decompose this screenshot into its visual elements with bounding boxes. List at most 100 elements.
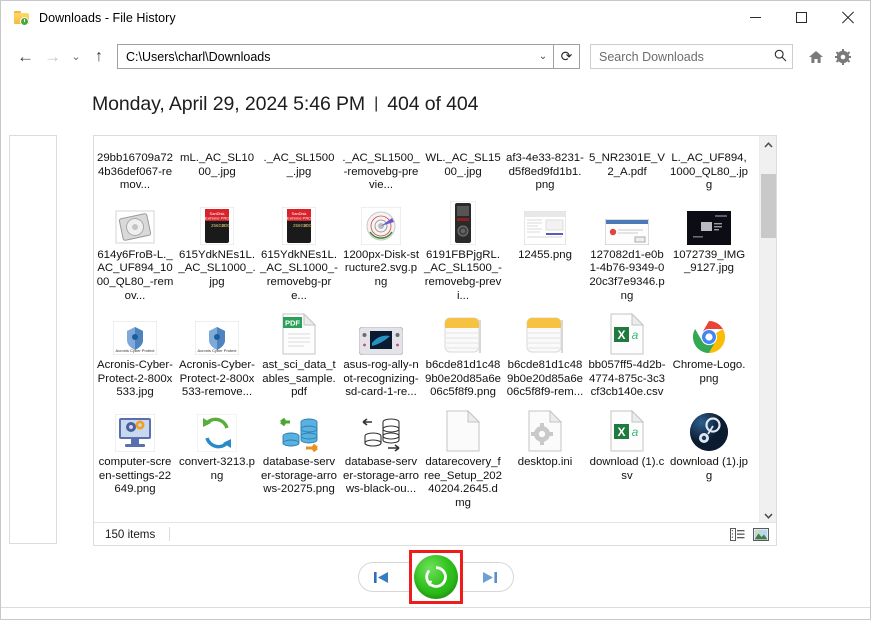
handheld-console-thumb: [358, 309, 404, 356]
dialog-screenshot-thumb: [604, 199, 650, 245]
chevron-down-icon[interactable]: ⌄: [533, 51, 553, 62]
close-icon: [841, 11, 854, 24]
search-input[interactable]: Search Downloads: [590, 44, 793, 69]
file-item[interactable]: mL._AC_SL1000_.jpg: [176, 136, 258, 195]
file-item[interactable]: database-server-storage-arrows-20275.png: [258, 402, 340, 512]
file-item[interactable]: ._AC_SL1500_-removebg-previe...: [340, 136, 422, 195]
file-item[interactable]: Chrome-Logo.png: [668, 305, 750, 402]
close-button[interactable]: [824, 1, 870, 34]
vertical-scrollbar[interactable]: [759, 136, 776, 524]
scroll-up-button[interactable]: [760, 136, 776, 153]
file-item[interactable]: database-server-storage-arrows-black-ou.…: [340, 402, 422, 512]
chevron-up-icon: [764, 141, 773, 148]
file-item[interactable]: 127082d1-e0b1-4b76-9349-020c3f7e9346.png: [586, 195, 668, 305]
file-name-label: 5_NR2301E_V2_A.pdf: [589, 152, 665, 178]
scrollbar-thumb[interactable]: [761, 174, 776, 238]
file-item[interactable]: L._AC_UF894,1000_QL80_.jpg: [668, 136, 750, 195]
up-button[interactable]: ↑: [86, 43, 112, 71]
file-name-label: 615YdkNEs1L._AC_SL1000_-removebg-pre...: [260, 248, 338, 302]
svg-text:X: X: [617, 425, 625, 439]
file-item[interactable]: desktop.ini: [504, 402, 586, 512]
file-item[interactable]: 29bb16709a724b36def067-remov...: [94, 136, 176, 195]
settings-button[interactable]: [829, 43, 856, 71]
file-name-label: computer-screen-settings-22649.png: [98, 455, 172, 496]
file-name-label: 127082d1-e0b1-4b76-9349-020c3f7e9346.png: [589, 248, 665, 302]
next-icon: [483, 571, 497, 583]
file-name-label: ast_sci_data_tables_sample.pdf: [262, 359, 336, 399]
file-item[interactable]: PDF ast_sci_data_tables_sample.pdf: [258, 305, 340, 402]
file-item[interactable]: WL._AC_SL1500_.jpg: [422, 136, 504, 195]
blank-file-icon: [440, 406, 486, 452]
file-item[interactable]: af3-4e33-8231-d5f8ed9fd1b1.png: [504, 136, 586, 195]
file-name-label: af3-4e33-8231-d5f8ed9fd1b1.png: [506, 152, 584, 192]
file-item[interactable]: datarecovery_free_Setup_20240204.2645.dm…: [422, 402, 504, 512]
details-view-icon: [729, 528, 744, 541]
window-controls: [732, 1, 870, 34]
large-icons-view-button[interactable]: [752, 526, 770, 543]
history-counter: 404 of 404: [387, 92, 479, 115]
file-item[interactable]: 12455.png: [504, 195, 586, 305]
file-item[interactable]: 614y6FroB-L._AC_UF894_1000_QL80_-remov..…: [94, 195, 176, 305]
excel-csv-icon: Xa: [604, 406, 650, 452]
maximize-button[interactable]: [778, 1, 824, 34]
file-name-label: L._AC_UF894,1000_QL80_.jpg: [670, 152, 748, 192]
file-item[interactable]: download (1).jpg: [668, 402, 750, 512]
file-name-label: b6cde81d1c489b0e20d85a6e06c5f8f9.png: [424, 359, 502, 399]
file-item[interactable]: 6191FBPjgRL._AC_SL1500_-removebg-previ..…: [422, 195, 504, 305]
file-item[interactable]: SanDisk Extreme PRO 256GB 200 615YdkNEs1L._A…: [176, 195, 258, 305]
file-name-label: ._AC_SL1500_-removebg-previe...: [342, 152, 420, 192]
home-button[interactable]: [802, 43, 829, 71]
ini-gear-file-icon: [522, 406, 568, 452]
file-item[interactable]: Acronis Cyber Protect Acronis-Cyber-Prote…: [94, 305, 176, 402]
file-item[interactable]: Acronis Cyber Protect Acronis-Cyber-Prote…: [176, 305, 258, 402]
history-datetime: Monday, April 29, 2024 5:46 PM: [92, 92, 366, 115]
file-name-label: download (1).csv: [589, 455, 665, 482]
window-bottom-edge: [1, 607, 870, 619]
file-item[interactable]: 1072739_IMG_9127.jpg: [668, 195, 750, 305]
version-transport-controls: [1, 549, 870, 605]
database-arrows-outline-thumb: [358, 406, 404, 452]
large-icons-view-icon: [753, 528, 769, 541]
file-item[interactable]: computer-screen-settings-22649.png: [94, 402, 176, 512]
file-item[interactable]: Xa bb057ff5-4d2b-4774-875c-3c3cf3cb140e.c…: [586, 305, 668, 402]
refresh-button[interactable]: ⟳: [554, 44, 580, 69]
file-item[interactable]: asus-rog-ally-not-recognizing-sd-card-1-…: [340, 305, 422, 402]
file-item[interactable]: b6cde81d1c489b0e20d85a6e06c5f8f9-rem...: [504, 305, 586, 402]
file-name-label: 6191FBPjgRL._AC_SL1500_-removebg-previ..…: [424, 248, 502, 302]
minimize-button[interactable]: [732, 1, 778, 34]
chevron-down-icon: [764, 512, 773, 519]
file-item[interactable]: b6cde81d1c489b0e20d85a6e06c5f8f9.png: [422, 305, 504, 402]
search-icon: [768, 49, 792, 65]
address-path: C:\Users\charl\Downloads: [126, 49, 271, 64]
file-name-label: Acronis-Cyber-Protect-2-800x533-remove..…: [179, 359, 255, 399]
file-item[interactable]: SanDisk Extreme PRO 256GB 200 615YdkNEs1L._A…: [258, 195, 340, 305]
file-item[interactable]: 5_NR2301E_V2_A.pdf: [586, 136, 668, 195]
details-view-button[interactable]: [728, 526, 746, 543]
recent-locations-button[interactable]: ⌄: [66, 43, 86, 71]
restore-button[interactable]: [413, 555, 458, 599]
forward-button[interactable]: →: [39, 43, 66, 71]
navigation-pane[interactable]: [9, 135, 57, 544]
file-item[interactable]: 1200px-Disk-structure2.svg.png: [340, 195, 422, 305]
search-placeholder: Search Downloads: [599, 49, 704, 64]
file-item[interactable]: ._AC_SL1500_.jpg: [258, 136, 340, 195]
svg-text:Extreme PRO: Extreme PRO: [287, 215, 312, 220]
previous-version-button[interactable]: [359, 563, 405, 591]
back-button[interactable]: ←: [12, 43, 39, 71]
file-history-window: Downloads - File History ← → ⌄ ↑ C:\User…: [0, 0, 871, 620]
file-name-label: 615YdkNEs1L._AC_SL1000_.jpg: [178, 248, 256, 288]
history-separator: |: [374, 95, 379, 112]
file-name-label: ._AC_SL1500_.jpg: [263, 152, 335, 178]
dark-photo-thumb: [686, 199, 732, 245]
next-version-button[interactable]: [467, 563, 513, 591]
file-list-body[interactable]: 29bb16709a724b36def067-remov... mL._AC_SL…: [94, 136, 757, 524]
maximize-icon: [795, 12, 807, 23]
recorder-thumb: [440, 199, 486, 245]
file-name-label: 29bb16709a724b36def067-remov...: [96, 152, 174, 192]
file-item[interactable]: Xa download (1).csv: [586, 402, 668, 512]
history-header: Monday, April 29, 2024 5:46 PM | 404 of …: [1, 79, 870, 129]
address-input[interactable]: C:\Users\charl\Downloads ⌄: [117, 44, 554, 69]
document-screenshot-thumb: [522, 199, 568, 245]
title-bar: Downloads - File History: [1, 1, 870, 34]
file-item[interactable]: convert-3213.png: [176, 402, 258, 512]
